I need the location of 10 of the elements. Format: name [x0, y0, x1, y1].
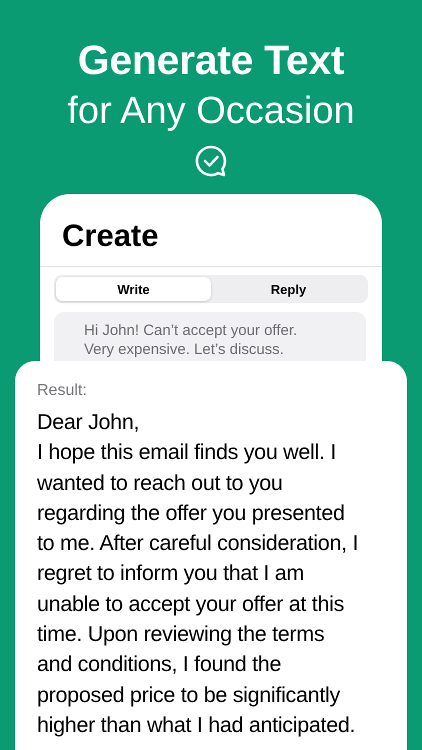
result-text: I hope this email finds you well. I wanted to reach out to you regarding the offer you presented to me. After careful consideration, I regret to inform you that I am unable to accept your offer at this time. Upon reviewing the terms and conditions, I found the proposed price to be significantly higher than what I had anticipated. — [37, 439, 358, 739]
greeting: Dear John, — [37, 409, 140, 436]
headline: Generate Text — [78, 36, 344, 84]
screen-title: Create — [61, 217, 158, 254]
tab[interactable]: Reply — [211, 277, 366, 301]
input-field[interactable]: Hi John! Can’t accept your offer. Very expensive. Let’s discuss. — [54, 312, 366, 361]
result-label: Result: — [37, 381, 87, 401]
subheadline: for Any Occasion — [67, 89, 355, 134]
tab[interactable]: Write — [56, 277, 211, 301]
chat-check-icon — [194, 144, 228, 178]
